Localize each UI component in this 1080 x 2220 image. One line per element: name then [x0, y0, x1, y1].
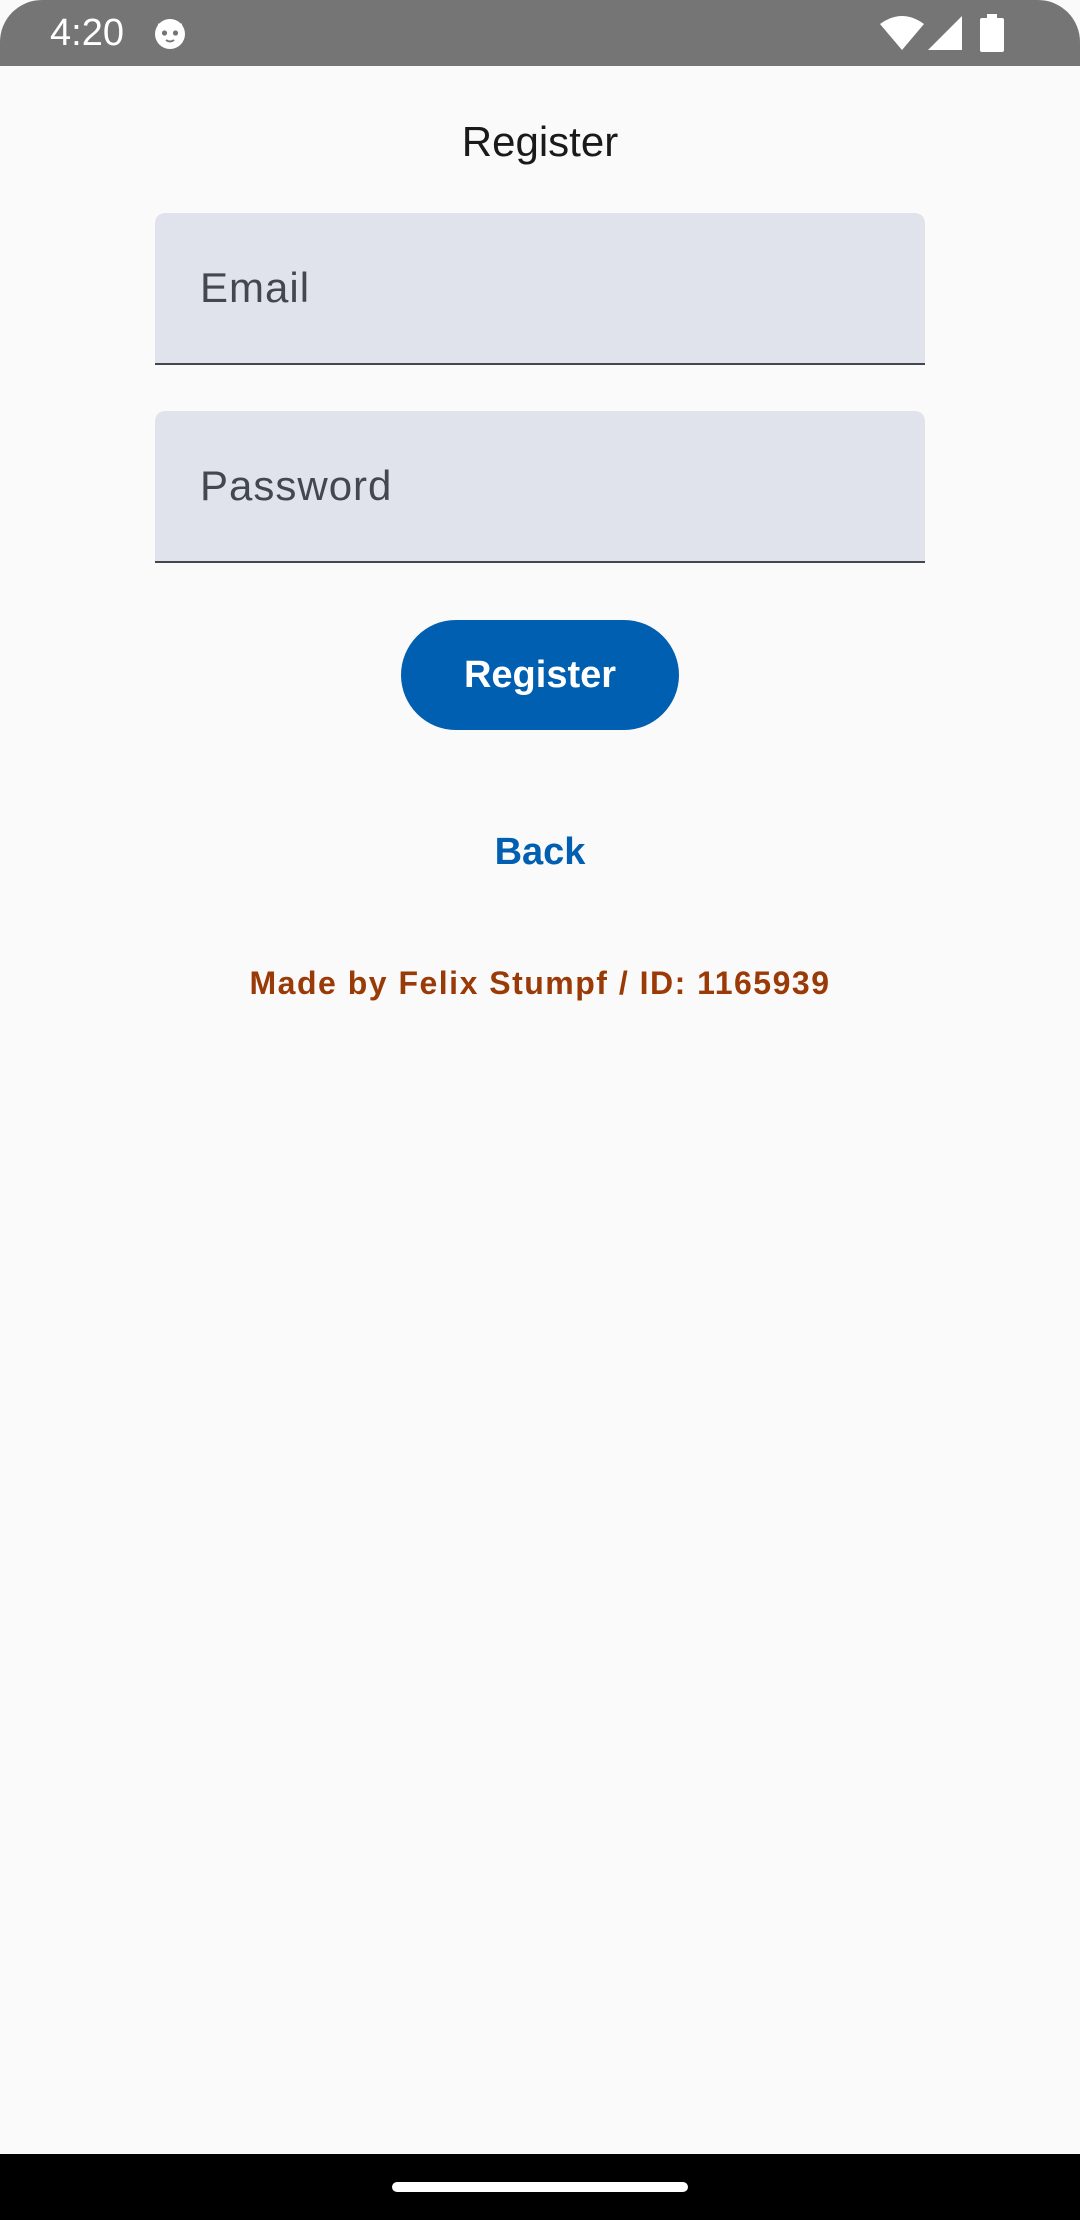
- navigation-bar: [0, 2154, 1080, 2220]
- register-button[interactable]: Register: [401, 620, 679, 730]
- status-bar: 4:20: [0, 0, 1080, 66]
- back-button[interactable]: Back: [440, 810, 640, 894]
- password-placeholder: Password: [200, 462, 393, 509]
- status-time: 4:20: [50, 12, 124, 54]
- battery-full-icon: [980, 14, 1004, 52]
- email-placeholder: Email: [200, 264, 311, 311]
- cat-face-icon: [155, 19, 185, 49]
- page-title: Register: [461, 118, 619, 165]
- wifi-icon: [880, 16, 924, 50]
- cell-signal-icon: [928, 16, 962, 50]
- email-field[interactable]: Email: [155, 213, 925, 365]
- password-field[interactable]: Password: [155, 411, 925, 563]
- footer-credit: Made by Felix Stumpf / ID: 1165939: [249, 965, 831, 1001]
- home-indicator[interactable]: [392, 2182, 688, 2192]
